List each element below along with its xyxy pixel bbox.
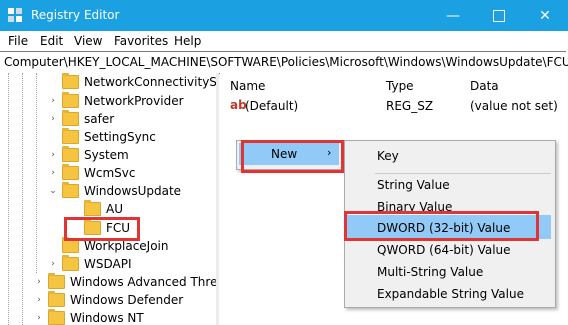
tree-item-label: safer xyxy=(84,112,115,126)
tree-item-label: NetworkConnectivityS xyxy=(84,75,216,89)
folder-icon xyxy=(84,200,101,216)
folder-icon xyxy=(48,273,65,289)
menu-item-expandable-string-value[interactable]: Expandable String Value xyxy=(377,287,524,301)
chevron-down-icon[interactable]: ⌄ xyxy=(48,186,58,196)
column-header-name[interactable]: Name xyxy=(230,79,265,93)
maximize-button[interactable] xyxy=(476,0,522,31)
tree-item-label: Windows NT xyxy=(70,311,144,325)
window-title: Registry Editor xyxy=(31,8,120,22)
key-tree[interactable]: NetworkConnectivityS › NetworkProvider › s… xyxy=(0,73,216,325)
tree-guide xyxy=(22,73,23,325)
folder-icon xyxy=(62,110,79,126)
tree-item-label: WcmSvc xyxy=(84,166,136,180)
tree-item[interactable]: AU xyxy=(84,200,123,218)
menu-item-qword-value[interactable]: QWORD (64-bit) Value xyxy=(377,243,511,257)
close-button[interactable]: ✕ xyxy=(522,0,568,31)
tree-item[interactable]: › System xyxy=(48,146,129,164)
value-name: (Default) xyxy=(245,99,299,113)
maximize-icon xyxy=(493,9,505,22)
pane-splitter[interactable] xyxy=(216,73,219,325)
column-header-data[interactable]: Data xyxy=(470,79,499,93)
tree-item-label: SettingSync xyxy=(84,130,156,144)
folder-icon xyxy=(62,237,79,253)
address-bar[interactable]: Computer\HKEY_LOCAL_MACHINE\SOFTWARE\Pol… xyxy=(0,51,568,74)
chevron-right-icon[interactable]: › xyxy=(34,295,44,305)
menu-item-multi-string-value[interactable]: Multi-String Value xyxy=(377,265,483,279)
callout-fcu xyxy=(64,217,140,241)
tree-item[interactable]: › Windows Advanced Thre xyxy=(34,273,216,291)
tree-item-label: System xyxy=(84,148,129,162)
chevron-right-icon[interactable]: › xyxy=(48,114,58,124)
menu-bar: File Edit View Favorites Help xyxy=(0,31,568,51)
tree-item-label: NetworkProvider xyxy=(84,94,184,108)
minimize-icon: — xyxy=(446,7,460,24)
tree-item-label: WSDAPI xyxy=(84,257,132,271)
value-type: REG_SZ xyxy=(386,99,434,113)
menu-view[interactable]: View xyxy=(74,34,102,48)
tree-item[interactable]: SettingSync xyxy=(48,128,156,146)
folder-icon xyxy=(62,73,79,89)
registry-icon xyxy=(8,8,22,22)
chevron-right-icon[interactable]: › xyxy=(48,96,58,106)
tree-item[interactable]: › WcmSvc xyxy=(48,164,135,182)
tree-item-label: Windows Advanced Thre xyxy=(70,275,216,289)
tree-item[interactable]: › Windows NT xyxy=(34,309,144,325)
column-header-type[interactable]: Type xyxy=(386,79,414,93)
folder-icon xyxy=(48,291,65,307)
tree-item[interactable]: › NetworkProvider xyxy=(48,92,184,110)
minimize-button[interactable]: — xyxy=(430,0,476,31)
folder-icon xyxy=(62,164,79,180)
address-path: Computer\HKEY_LOCAL_MACHINE\SOFTWARE\Pol… xyxy=(4,55,568,69)
string-value-icon: ab xyxy=(230,98,247,112)
chevron-right-icon[interactable]: › xyxy=(48,150,58,160)
tree-guide xyxy=(8,73,9,325)
title-bar: Registry Editor — ✕ xyxy=(0,0,568,31)
chevron-right-icon[interactable]: › xyxy=(34,277,44,287)
folder-icon xyxy=(62,255,79,271)
menu-edit[interactable]: Edit xyxy=(40,34,63,48)
chevron-right-icon[interactable]: › xyxy=(48,259,58,269)
callout-dword xyxy=(344,211,539,241)
folder-icon xyxy=(48,309,65,325)
callout-new xyxy=(241,140,344,173)
tree-item[interactable]: › Windows Defender xyxy=(34,291,183,309)
tree-item-label: Windows Defender xyxy=(70,293,184,307)
tree-guide xyxy=(36,73,37,273)
tree-item[interactable]: NetworkConnectivityS xyxy=(48,73,216,91)
tree-item[interactable]: ⌄ WindowsUpdate xyxy=(48,182,181,200)
menu-file[interactable]: File xyxy=(8,34,28,48)
folder-icon xyxy=(62,92,79,108)
chevron-right-icon[interactable]: › xyxy=(34,313,44,323)
tree-item-label: WorkplaceJoin xyxy=(84,239,169,253)
folder-icon xyxy=(62,182,79,198)
value-data: (value not set) xyxy=(470,99,558,113)
close-icon: ✕ xyxy=(539,7,551,24)
tree-item-label: AU xyxy=(106,202,123,216)
chevron-right-icon[interactable]: › xyxy=(48,168,58,178)
tree-item[interactable]: › safer xyxy=(48,110,114,128)
menu-item-key[interactable]: Key xyxy=(377,149,399,163)
tree-item-label: WindowsUpdate xyxy=(84,184,182,198)
menu-item-string-value[interactable]: String Value xyxy=(377,178,450,192)
menu-separator xyxy=(375,173,551,174)
folder-icon xyxy=(62,128,79,144)
tree-item[interactable]: › WSDAPI xyxy=(48,255,132,273)
menu-help[interactable]: Help xyxy=(174,34,201,48)
menu-favorites[interactable]: Favorites xyxy=(114,34,168,48)
folder-icon xyxy=(62,146,79,162)
